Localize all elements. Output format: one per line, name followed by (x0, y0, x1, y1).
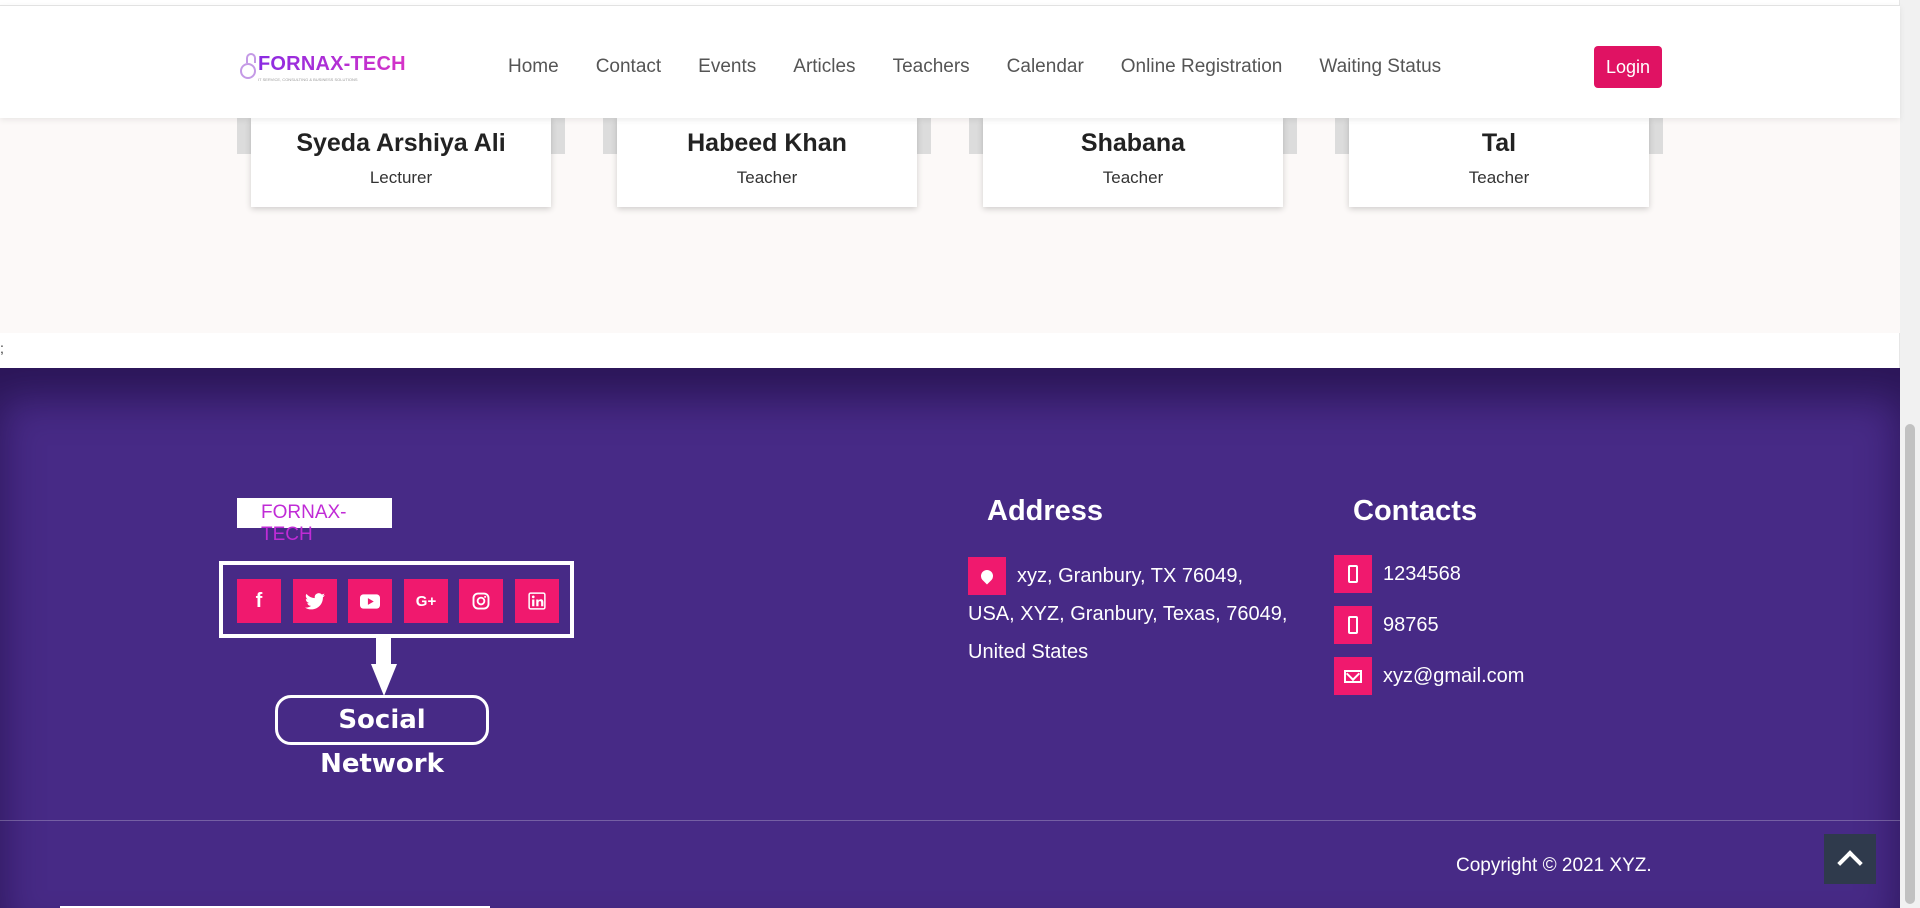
nav-contact[interactable]: Contact (596, 56, 661, 78)
nav-calendar[interactable]: Calendar (1007, 56, 1084, 78)
contacts-title: Contacts (1353, 495, 1478, 527)
logo-mark-icon (238, 51, 256, 79)
google-plus-icon[interactable]: G+ (404, 579, 448, 623)
logo-text: FORNAX-TECH (258, 52, 406, 75)
scrollbar-thumb[interactable] (1905, 424, 1915, 904)
mail-icon (1334, 657, 1372, 695)
teacher-name: Syeda Arshiya Ali (296, 129, 506, 157)
teacher-name: Shabana (1080, 129, 1186, 157)
twitter-icon[interactable] (293, 579, 337, 623)
footer-logo-text: FORNAX-TECH (261, 502, 347, 545)
contact-phone-1[interactable]: 1234568 (1383, 563, 1461, 586)
teacher-name: Tal (1481, 129, 1517, 157)
teacher-role: Teacher (1468, 168, 1530, 187)
nav-online-registration[interactable]: Online Registration (1121, 56, 1283, 78)
address-title: Address (987, 495, 1104, 527)
nav-home[interactable]: Home (508, 56, 559, 78)
annotation-arrow-head (371, 664, 397, 696)
logo-tagline: IT SERVICE, CONSULTING & BUSINESS SOLUTI… (258, 77, 358, 82)
teacher-card[interactable]: Habeed Khan Teacher (617, 117, 917, 207)
teacher-role: Lecturer (369, 168, 433, 187)
top-navbar: FORNAX-TECH IT SERVICE, CONSULTING & BUS… (0, 5, 1900, 118)
phone-icon (1334, 606, 1372, 644)
scroll-to-top-button[interactable] (1824, 834, 1876, 884)
login-button[interactable]: Login (1594, 46, 1662, 88)
nav-teachers[interactable]: Teachers (893, 56, 970, 78)
annotation-arrow (376, 638, 391, 666)
nav-waiting-status[interactable]: Waiting Status (1319, 56, 1441, 78)
address-text: xyz, Granbury, TX 76049, USA, XYZ, Granb… (968, 565, 1288, 663)
teacher-name: Habeed Khan (687, 129, 847, 157)
teacher-role: Teacher (1102, 168, 1164, 187)
site-logo[interactable]: FORNAX-TECH IT SERVICE, CONSULTING & BUS… (238, 51, 406, 82)
contact-phone-2[interactable]: 98765 (1383, 614, 1439, 637)
facebook-icon[interactable]: f (237, 579, 281, 623)
teacher-role: Teacher (736, 168, 798, 187)
page-scrollbar[interactable] (1899, 0, 1920, 908)
social-network-annotation: Social Network (275, 695, 489, 779)
footer-divider (0, 820, 1900, 821)
contact-email[interactable]: xyz@gmail.com (1383, 665, 1524, 688)
stray-text: ; (0, 340, 4, 356)
teacher-card[interactable]: Tal Teacher (1349, 117, 1649, 207)
nav-events[interactable]: Events (698, 56, 756, 78)
linkedin-icon[interactable] (515, 579, 559, 623)
instagram-icon[interactable] (459, 579, 503, 623)
nav-articles[interactable]: Articles (793, 56, 855, 78)
copyright-text: Copyright © 2021 XYZ. (1456, 855, 1652, 876)
phone-icon (1334, 555, 1372, 593)
footer-logo[interactable]: FORNAX-TECH (237, 498, 392, 545)
teacher-card[interactable]: Shabana Teacher (983, 117, 1283, 207)
youtube-icon[interactable] (348, 579, 392, 623)
main-nav: Home Contact Events Articles Teachers Ca… (508, 56, 1478, 78)
footer (0, 368, 1900, 908)
teacher-card[interactable]: Syeda Arshiya Ali Lecturer (251, 117, 551, 207)
